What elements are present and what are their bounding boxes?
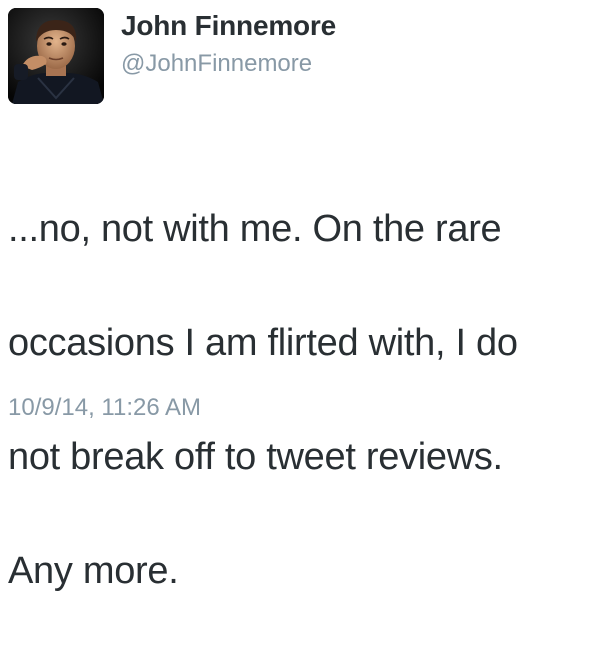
tweet-text-line: occasions I am flirted with, I do (8, 322, 518, 364)
author-display-name[interactable]: John Finnemore (121, 10, 336, 42)
tweet-text-line: not break off to tweet reviews. (8, 436, 503, 478)
tweet-text-line: ...no, not with me. On the rare (8, 208, 502, 250)
tweet-timestamp[interactable]: 10/9/14, 11:26 AM (8, 394, 201, 422)
tweet-text-line: Any more. (8, 550, 179, 592)
author-avatar[interactable] (8, 8, 104, 104)
author-handle[interactable]: @JohnFinnemore (121, 50, 312, 78)
profile-photo-icon (8, 8, 104, 104)
tweet-card: John Finnemore @JohnFinnemore ...no, not… (0, 0, 601, 592)
